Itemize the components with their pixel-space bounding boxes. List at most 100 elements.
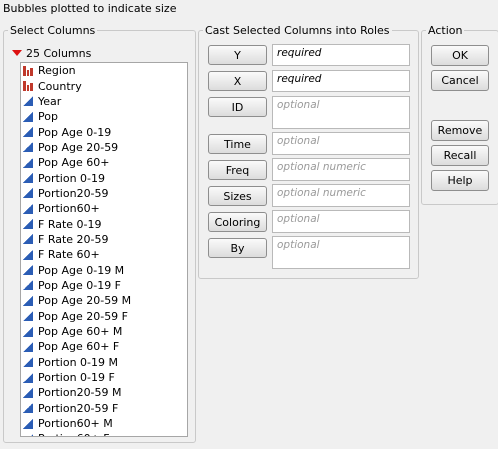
action-title: Action xyxy=(428,24,463,37)
column-label: Portion20-59 F xyxy=(38,401,119,415)
list-item[interactable]: Portion60+ F xyxy=(21,431,187,436)
continuous-column-icon xyxy=(23,403,33,414)
column-label: F Rate 0-19 xyxy=(38,217,102,231)
list-item[interactable]: Pop Age 0-19 xyxy=(21,124,187,139)
list-item[interactable]: F Rate 20-59 xyxy=(21,232,187,247)
continuous-column-icon xyxy=(23,127,33,138)
sizes-role-button[interactable]: Sizes xyxy=(208,186,267,206)
column-label: Pop Age 20-59 xyxy=(38,140,119,154)
column-label: Pop Age 0-19 xyxy=(38,125,112,139)
continuous-column-icon xyxy=(23,188,33,199)
continuous-column-icon xyxy=(23,111,33,122)
continuous-column-icon xyxy=(23,157,33,168)
column-label: F Rate 60+ xyxy=(38,248,100,262)
y-role-button[interactable]: Y xyxy=(208,45,267,65)
list-item[interactable]: Pop Age 20-59 xyxy=(21,140,187,155)
list-item[interactable]: Pop Age 20-59 F xyxy=(21,309,187,324)
continuous-column-icon xyxy=(23,173,33,184)
time-role-button[interactable]: Time xyxy=(208,134,267,154)
select-columns-title: Select Columns xyxy=(10,24,96,37)
column-label: Country xyxy=(38,79,82,93)
list-item[interactable]: Pop Age 20-59 M xyxy=(21,293,187,308)
continuous-column-icon xyxy=(23,341,33,352)
continuous-column-icon xyxy=(23,280,33,291)
continuous-column-icon xyxy=(23,142,33,153)
sizes-role-field[interactable]: optional numeric xyxy=(272,184,410,207)
list-item[interactable]: Country xyxy=(21,78,187,93)
nominal-column-icon xyxy=(23,65,34,76)
column-label: Pop Age 0-19 M xyxy=(38,263,125,277)
list-item[interactable]: Pop Age 60+ M xyxy=(21,324,187,339)
by-role-button[interactable]: By xyxy=(208,238,267,258)
list-item[interactable]: Pop Age 0-19 M xyxy=(21,262,187,277)
list-item[interactable]: Portion20-59 F xyxy=(21,401,187,416)
column-label: Portion 0-19 M xyxy=(38,355,119,369)
column-label: Portion20-59 M xyxy=(38,386,122,400)
red-triangle-menu-icon[interactable] xyxy=(12,50,22,56)
column-label: Portion60+ xyxy=(38,202,100,216)
list-item[interactable]: Portion60+ xyxy=(21,201,187,216)
column-label: Year xyxy=(38,94,62,108)
list-item[interactable]: Portion 0-19 xyxy=(21,170,187,185)
y-role-field[interactable]: required xyxy=(272,44,410,66)
recall-button[interactable]: Recall xyxy=(431,145,489,166)
help-button[interactable]: Help xyxy=(431,170,489,191)
continuous-column-icon xyxy=(23,249,33,260)
list-item[interactable]: Portion 0-19 M xyxy=(21,355,187,370)
id-role-button[interactable]: ID xyxy=(208,97,267,117)
list-item[interactable]: Region xyxy=(21,63,187,78)
cancel-button[interactable]: Cancel xyxy=(431,70,489,91)
column-label: Portion 0-19 xyxy=(38,171,106,185)
continuous-column-icon xyxy=(23,357,33,368)
continuous-column-icon xyxy=(23,311,33,322)
nominal-column-icon xyxy=(23,81,34,92)
columns-header[interactable]: 25 Columns xyxy=(12,46,92,60)
ok-button[interactable]: OK xyxy=(431,45,489,66)
list-item[interactable]: Portion60+ M xyxy=(21,416,187,431)
column-label: Pop Age 0-19 F xyxy=(38,278,122,292)
column-label: Pop Age 60+ M xyxy=(38,325,123,339)
freq-role-button[interactable]: Freq xyxy=(208,160,267,180)
hint-text: Bubbles plotted to indicate size xyxy=(3,2,177,15)
coloring-role-button[interactable]: Coloring xyxy=(208,212,267,232)
continuous-column-icon xyxy=(23,326,33,337)
x-role-field[interactable]: required xyxy=(272,70,410,92)
column-label: Pop Age 60+ xyxy=(38,156,110,170)
list-item[interactable]: Pop Age 60+ xyxy=(21,155,187,170)
by-role-field[interactable]: optional xyxy=(272,236,410,269)
continuous-column-icon xyxy=(23,96,33,107)
column-list[interactable]: Region Country Year Pop Pop Age 0-19 Pop Age … xyxy=(20,62,188,437)
continuous-column-icon xyxy=(23,387,33,398)
remove-button[interactable]: Remove xyxy=(431,120,489,141)
list-item[interactable]: F Rate 60+ xyxy=(21,247,187,262)
coloring-role-field[interactable]: optional xyxy=(272,210,410,233)
list-item[interactable]: F Rate 0-19 xyxy=(21,216,187,231)
continuous-column-icon xyxy=(23,265,33,276)
column-label: Pop Age 20-59 F xyxy=(38,309,129,323)
list-item[interactable]: Portion20-59 M xyxy=(21,385,187,400)
column-label: Portion60+ F xyxy=(38,432,110,436)
column-label: F Rate 20-59 xyxy=(38,232,109,246)
column-label: Portion 0-19 F xyxy=(38,371,115,385)
list-item[interactable]: Pop xyxy=(21,109,187,124)
x-role-button[interactable]: X xyxy=(208,71,267,91)
list-item[interactable]: Pop Age 0-19 F xyxy=(21,278,187,293)
list-item[interactable]: Pop Age 60+ F xyxy=(21,339,187,354)
continuous-column-icon xyxy=(23,203,33,214)
continuous-column-icon xyxy=(23,372,33,383)
column-label: Portion60+ M xyxy=(38,417,113,431)
columns-count-label: 25 Columns xyxy=(26,46,92,60)
column-label: Pop Age 20-59 M xyxy=(38,294,132,308)
cast-roles-title: Cast Selected Columns into Roles xyxy=(205,24,390,37)
continuous-column-icon xyxy=(23,219,33,230)
list-item[interactable]: Year xyxy=(21,94,187,109)
continuous-column-icon xyxy=(23,234,33,245)
column-label: Portion20-59 xyxy=(38,186,109,200)
list-item[interactable]: Portion 0-19 F xyxy=(21,370,187,385)
continuous-column-icon xyxy=(23,433,33,436)
id-role-field[interactable]: optional xyxy=(272,96,410,129)
freq-role-field[interactable]: optional numeric xyxy=(272,158,410,181)
continuous-column-icon xyxy=(23,295,33,306)
list-item[interactable]: Portion20-59 xyxy=(21,186,187,201)
time-role-field[interactable]: optional xyxy=(272,132,410,155)
